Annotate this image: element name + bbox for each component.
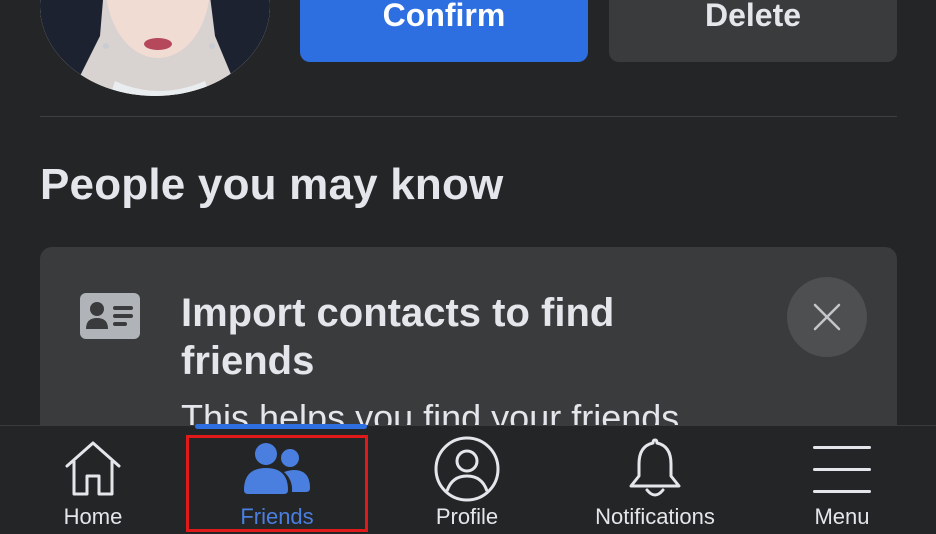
- profile-icon: [434, 436, 500, 502]
- close-icon: [813, 303, 841, 331]
- friends-icon: [244, 443, 310, 494]
- avatar[interactable]: [40, 0, 270, 96]
- delete-button-label: Delete: [704, 0, 802, 33]
- divider: [40, 116, 897, 117]
- tab-profile[interactable]: Profile: [400, 426, 534, 534]
- tab-notifications[interactable]: Notifications: [572, 426, 738, 534]
- bottom-tab-bar: Home Friends Profile Notifications Menu: [0, 425, 936, 534]
- bell-icon: [629, 438, 681, 497]
- home-icon: [65, 441, 121, 496]
- avatar-photo: [40, 0, 270, 96]
- close-button[interactable]: [787, 277, 867, 357]
- menu-icon: [813, 446, 871, 493]
- tab-friends[interactable]: Friends: [186, 426, 368, 534]
- delete-button[interactable]: Delete: [609, 0, 897, 62]
- contact-card-icon: [80, 293, 140, 339]
- confirm-button[interactable]: Confirm: [300, 0, 588, 62]
- tab-home[interactable]: Home: [30, 426, 156, 534]
- active-tab-indicator: [195, 424, 367, 429]
- confirm-button-label: Confirm: [382, 0, 506, 33]
- tab-profile-label: Profile: [435, 504, 499, 529]
- section-title: People you may know: [40, 160, 504, 209]
- card-title: Import contacts to find friends: [181, 291, 615, 383]
- friends-screen: Confirm Delete People you may know Impor…: [0, 0, 936, 534]
- tab-friends-label: Friends: [240, 504, 314, 529]
- tab-notifications-label: Notifications: [595, 504, 715, 529]
- tab-menu[interactable]: Menu: [780, 426, 904, 534]
- tab-menu-label: Menu: [814, 504, 870, 529]
- tab-home-label: Home: [63, 504, 123, 529]
